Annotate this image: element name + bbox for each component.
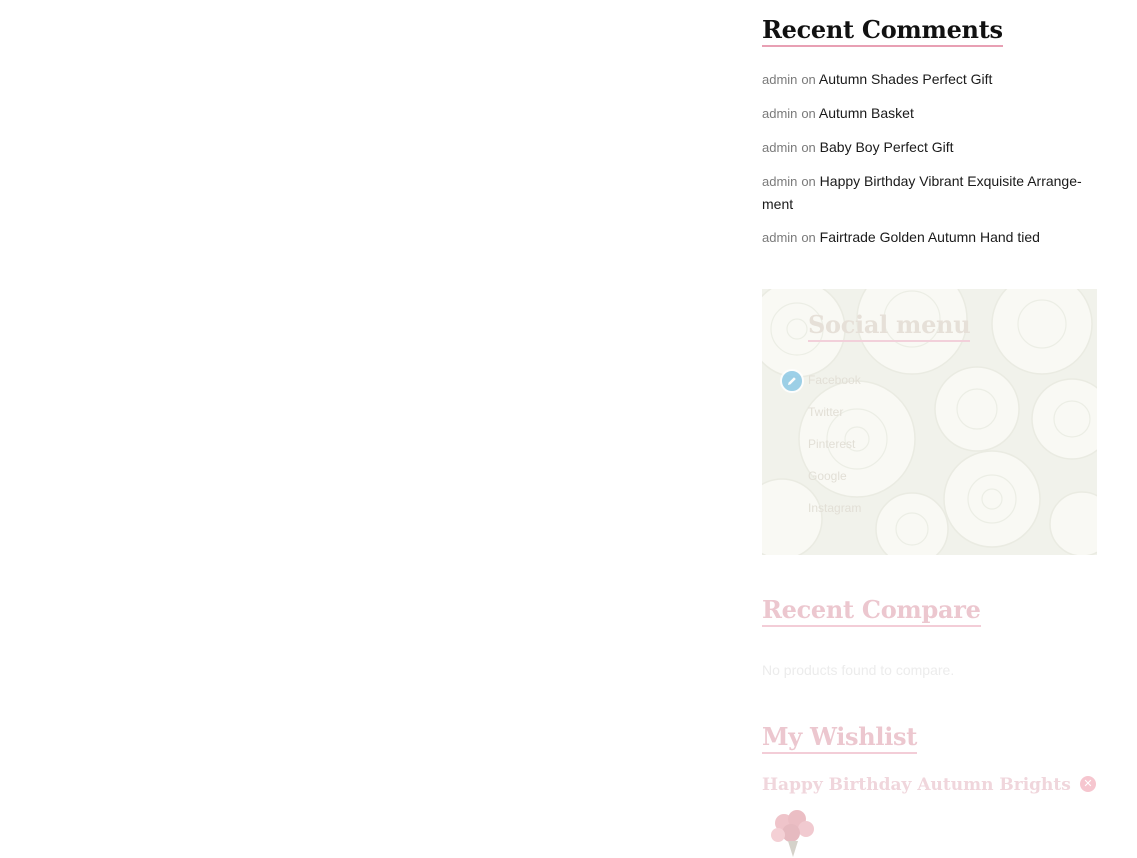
comment-author[interactable]: admin (762, 140, 797, 155)
social-item-twitter: Twitter (808, 396, 970, 428)
social-link-twitter[interactable]: Twitter (808, 405, 843, 419)
comment-on-label: on (801, 140, 816, 155)
comment-post-link[interactable]: Autumn Shades Perfect Gift (819, 71, 993, 87)
comment-author[interactable]: admin (762, 106, 797, 121)
comment-post-link[interactable]: Baby Boy Perfect Gift (820, 139, 954, 155)
social-link-google[interactable]: Google (808, 469, 847, 483)
comment-post-link[interactable]: Autumn Basket (819, 105, 914, 121)
comment-post-link[interactable]: Fairtrade Golden Autumn Hand tied (820, 229, 1040, 245)
comment-author[interactable]: admin (762, 72, 797, 87)
social-menu-content: Social menu Facebook Twitter Pinterest G… (808, 311, 971, 524)
widget-title-wishlist: My Wishlist (762, 723, 917, 754)
comment-item: admin on Happy Birthday Vibrant Exquisit… (762, 170, 1092, 215)
social-link-pinterest[interactable]: Pinterest (808, 437, 855, 451)
comments-list: admin on Autumn Shades Perfect Gift admi… (762, 68, 1092, 260)
social-item-facebook: Facebook (808, 364, 970, 396)
recent-compare-widget: Recent Compare No products found to comp… (762, 596, 1097, 678)
social-link-facebook[interactable]: Facebook (808, 373, 861, 387)
flower-bouquet-image[interactable] (764, 807, 822, 858)
compare-empty-message: No products found to compare. (762, 662, 955, 678)
wishlist-widget: My Wishlist Happy Birthday Autumn Bright… (762, 723, 1097, 857)
comment-on-label: on (801, 72, 816, 87)
social-menu-widget: Social menu Facebook Twitter Pinterest G… (762, 289, 1097, 555)
social-item-pinterest: Pinterest (808, 428, 970, 460)
comment-item: admin on Autumn Basket (762, 102, 1092, 125)
widget-title-recent-compare: Recent Compare (762, 596, 981, 627)
comment-on-label: on (801, 106, 816, 121)
comment-author[interactable]: admin (762, 174, 797, 189)
social-link-instagram[interactable]: Instagram (808, 501, 861, 515)
pencil-icon[interactable] (780, 369, 804, 393)
comment-item: admin on Baby Boy Perfect Gift (762, 136, 1092, 159)
comment-item: admin on Fairtrade Golden Autumn Hand ti… (762, 226, 1092, 249)
close-icon[interactable]: ✕ (1080, 776, 1096, 792)
widget-title-recent-comments: Recent Comments (762, 16, 1003, 47)
comment-on-label: on (801, 174, 816, 189)
recent-comments-widget: Recent Comments admin on Autumn Shades P… (762, 16, 1097, 245)
widget-title-social-menu: Social menu (808, 311, 971, 342)
comment-author[interactable]: admin (762, 230, 797, 245)
comment-item: admin on Autumn Shades Perfect Gift (762, 68, 1092, 91)
social-item-instagram: Instagram (808, 492, 970, 524)
comment-on-label: on (801, 230, 816, 245)
wishlist-item-title[interactable]: Happy Birthday Autumn Brights (762, 775, 1071, 795)
social-item-google: Google (808, 460, 970, 492)
social-menu-list: Facebook Twitter Pinterest Google Instag… (808, 364, 970, 524)
